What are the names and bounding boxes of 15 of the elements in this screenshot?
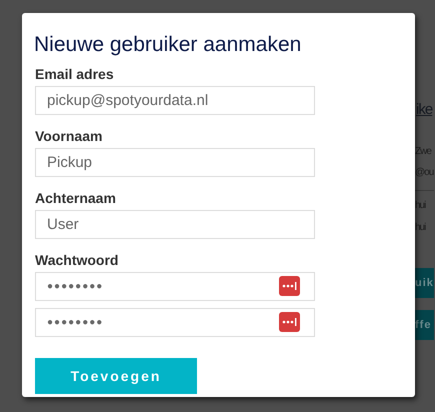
page-heading: ike [416,101,432,118]
input-field[interactable]: User [35,210,315,239]
field-label: Email adres [35,66,114,82]
input-field[interactable]: Pickup [35,148,315,177]
dialog-title: Nieuwe gebruiker aanmaken [34,32,302,58]
password-field[interactable]: ●●●●●●●● [35,272,315,301]
password-field[interactable]: ●●●●●●●● [35,308,315,337]
input-field[interactable]: pickup@spotyourdata.nl [35,86,315,115]
field-label: Wachtwoord [35,252,118,268]
page-button[interactable]: ffe [415,310,434,340]
field-label: Achternaam [35,190,116,206]
password-manager-icon[interactable] [279,276,300,296]
password-manager-icon[interactable] [279,312,300,332]
field-label: Voornaam [35,128,102,144]
page-button[interactable]: uik [415,268,434,298]
